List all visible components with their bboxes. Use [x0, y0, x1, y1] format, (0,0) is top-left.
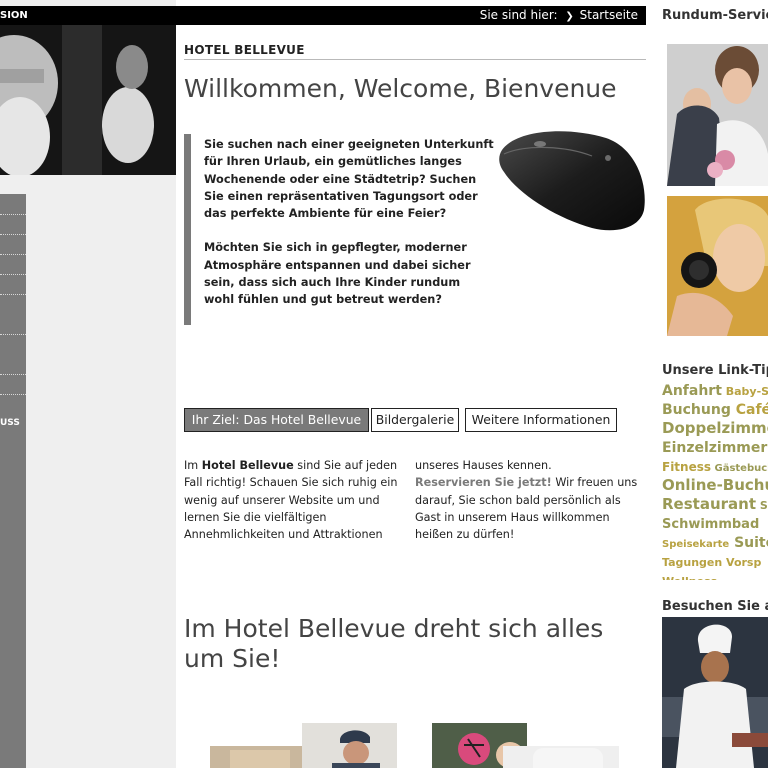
hotel-name-heading: HOTEL BELLEVUE	[184, 43, 646, 60]
chef-photo	[662, 617, 768, 768]
body-text: unseres Hauses kennen.	[415, 459, 552, 472]
chevron-right-icon: ❯	[565, 11, 574, 22]
breadcrumb: Sie sind hier: ❯ Startseite	[480, 6, 638, 26]
tag-cloud-line: Restaurant S	[662, 494, 768, 513]
reserve-now-link[interactable]: Reservieren Sie jetzt!	[415, 476, 552, 489]
nav-separator	[0, 334, 26, 335]
top-bar: Sie sind hier: ❯ Startseite	[176, 6, 646, 25]
tab-weitere-informationen[interactable]: Weitere Informationen	[465, 408, 617, 432]
tag-link[interactable]: Café	[731, 402, 768, 418]
tag-link[interactable]: Buchung	[662, 402, 731, 418]
tag-cloud-line: Wellness	[662, 570, 768, 580]
tag-link[interactable]: Schwimmbad	[662, 517, 759, 532]
service-section-title: Rundum-Servic Sie!	[662, 8, 768, 23]
intro-text: Sie suchen nach einer geeigneten Unterku…	[204, 136, 494, 326]
breadcrumb-home-link[interactable]: Startseite	[580, 8, 638, 22]
tag-link[interactable]: Tagungen Vorsp	[662, 556, 761, 569]
body-text: Im	[184, 459, 202, 472]
left-top-bar: SION	[0, 6, 176, 25]
left-nav-item[interactable]: USS	[0, 418, 20, 428]
tab-bildergalerie[interactable]: Bildergalerie	[371, 408, 459, 432]
wedding-photo	[667, 44, 768, 186]
staff-photo	[302, 723, 397, 768]
left-nav	[0, 194, 26, 768]
tag-cloud: Anfahrt Baby-S Buchung Café Doppelzimme Ein…	[662, 380, 768, 580]
nav-separator	[0, 254, 26, 255]
body-text-column-2: unseres Hauses kennen. Reservieren Sie j…	[415, 457, 645, 543]
tag-cloud-line: Anfahrt Baby-S	[662, 380, 768, 399]
tag-cloud-line: Einzelzimmer	[662, 437, 768, 456]
tag-link[interactable]: Anfahrt	[662, 383, 722, 399]
tag-cloud-line: Buchung Café	[662, 399, 768, 418]
tag-cloud-line: Doppelzimme	[662, 418, 768, 437]
hotel-name-inline: Hotel Bellevue	[201, 459, 294, 472]
tag-link[interactable]: Speisekarte	[662, 539, 729, 550]
tag-link[interactable]: Online-Buchu	[662, 476, 768, 494]
nav-separator	[0, 274, 26, 275]
nav-separator	[0, 234, 26, 235]
tag-cloud-line: Speisekarte Suite	[662, 532, 768, 551]
tag-cloud-line: Fitness Gästebuch	[662, 456, 768, 475]
section-heading: Im Hotel Bellevue dreht sich alles um Si…	[184, 614, 604, 673]
tag-cloud-line: Online-Buchu	[662, 475, 768, 494]
hero-image-doctor	[0, 25, 176, 175]
tag-link[interactable]: Restaurant	[662, 495, 756, 513]
tag-link[interactable]: Suite	[729, 535, 768, 551]
tag-link[interactable]: S	[756, 499, 768, 512]
tag-link[interactable]: Wellness	[662, 575, 717, 580]
tag-link[interactable]: Einzelzimmer	[662, 440, 767, 456]
nav-separator	[0, 214, 26, 215]
intro-paragraph-1: Sie suchen nach einer geeigneten Unterku…	[204, 138, 494, 221]
visit-section-title: Besuchen Sie a	[662, 599, 768, 614]
tag-cloud-line: Tagungen Vorsp	[662, 551, 768, 570]
child-photo	[503, 746, 619, 768]
left-top-bar-label: SION	[0, 10, 28, 21]
computer-mouse-image	[499, 131, 645, 231]
nav-separator	[0, 394, 26, 395]
page-title: Willkommen, Welcome, Bienvenue	[184, 74, 617, 103]
tag-link[interactable]: Doppelzimme	[662, 419, 768, 437]
tag-cloud-line: Schwimmbad	[662, 513, 768, 532]
nav-separator	[0, 294, 26, 295]
woman-mirror-photo	[667, 196, 768, 336]
tag-link[interactable]: Gästebuch	[711, 463, 768, 474]
intro-paragraph-2: Möchten Sie sich in gepflegter, moderner…	[204, 241, 471, 307]
link-tips-title: Unsere Link-Tip	[662, 363, 768, 378]
tab-hotel-bellevue[interactable]: Ihr Ziel: Das Hotel Bellevue	[184, 408, 369, 432]
breadcrumb-label: Sie sind hier:	[479, 8, 558, 22]
intro-accent-bar	[184, 134, 191, 325]
body-text-column-1: Im Hotel Bellevue sind Sie auf jeden Fal…	[184, 457, 410, 543]
tag-link[interactable]: Baby-S	[722, 385, 768, 398]
tag-link[interactable]: Fitness	[662, 460, 711, 474]
left-column: SION USS	[0, 0, 176, 768]
nav-separator	[0, 374, 26, 375]
